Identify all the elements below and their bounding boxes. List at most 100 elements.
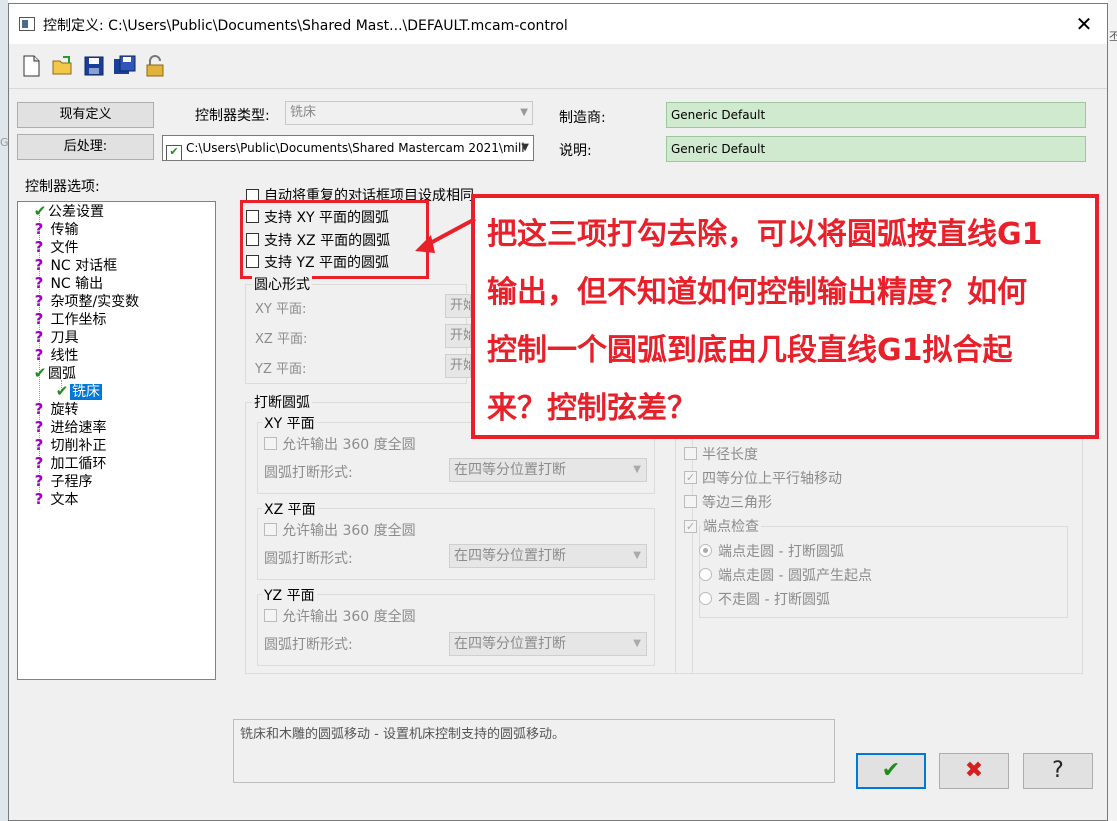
controller-type-select[interactable]: 铣床 ▼ — [285, 101, 533, 125]
save-icon[interactable] — [82, 54, 106, 78]
question-icon: ? — [34, 292, 44, 310]
background-left-strip — [0, 0, 8, 821]
tree-item-nc-dialog[interactable]: ? NC 对话框 — [32, 256, 118, 274]
annotation-line-4: 来？控制弦差？ — [487, 391, 697, 426]
current-definition-button[interactable]: 现有定义 — [17, 102, 154, 128]
allow-full-circle-xy-label: 允许输出 360 度全圆 — [282, 437, 416, 453]
center-xy-label: XY 平面: — [255, 302, 307, 317]
question-icon: ? — [34, 238, 44, 256]
quadrant-parallel-checkbox[interactable]: ✓ — [684, 471, 697, 484]
annotation-line-2: 输出，但不知道如何控制输出精度？如何 — [487, 275, 1027, 310]
title-bar: 控制定义: C:\Users\Public\Documents\Shared M… — [9, 4, 1107, 44]
open-folder-icon[interactable] — [51, 54, 75, 78]
question-icon: ? — [34, 256, 44, 274]
tree-item-linear[interactable]: ? 线性 — [32, 346, 79, 364]
controller-options-tree: ✔ 公差设置 ? 传输 ? 文件 ? NC 对话框 ? NC 输出 ? 杂项整/实… — [17, 201, 216, 680]
manufacturer-label: 制造商: — [559, 110, 606, 126]
break-form-xz-select[interactable]: 在四等分位置打断 ▼ — [449, 544, 647, 568]
check-icon: ✔ — [33, 364, 47, 382]
check-icon: ✔ — [55, 382, 69, 400]
break-form-xz-label: 圆弧打断形式: — [264, 551, 353, 567]
equilateral-checkbox[interactable] — [684, 495, 697, 508]
tree-item-text[interactable]: ? 文本 — [32, 490, 79, 508]
question-icon: ? — [34, 346, 44, 364]
break-form-yz-label: 圆弧打断形式: — [264, 637, 353, 653]
help-button[interactable]: ? — [1023, 753, 1093, 789]
center-yz-select[interactable]: 开始 — [445, 354, 471, 378]
tree-item-nc-output[interactable]: ? NC 输出 — [32, 274, 104, 292]
tree-item-feed-rate[interactable]: ? 进给速率 — [32, 418, 107, 436]
tree-item-work-coordinates[interactable]: ? 工作坐标 — [32, 310, 107, 328]
annotation-arrow-icon — [415, 217, 476, 253]
tree-item-cutter-comp[interactable]: ? 切削补正 — [32, 436, 107, 454]
question-icon: ? — [34, 418, 44, 436]
annotation-callout: 把这三项打勾去除，可以将圆弧按直线G1 输出，但不知道如何控制输出精度？如何 控… — [471, 194, 1099, 439]
tree-item-mill[interactable]: ✔ 铣床 — [54, 382, 102, 400]
chevron-down-icon: ▼ — [521, 142, 529, 153]
break-xy-title: XY 平面 — [262, 413, 317, 433]
window-title: 控制定义: C:\Users\Public\Documents\Shared M… — [43, 18, 568, 34]
endpoint-check-checkbox[interactable]: ✓ — [684, 520, 697, 533]
annotation-line-3: 控制一个圆弧到底由几段直线G1拟合起 — [487, 333, 1013, 368]
radio-endpoint-break[interactable] — [699, 544, 712, 557]
break-form-xy-label: 圆弧打断形式: — [264, 465, 353, 481]
ok-button[interactable]: ✔ — [856, 753, 926, 789]
radio-endpoint-start-label: 端点走圆 - 圆弧产生起点 — [718, 568, 872, 584]
background-right-strip — [1108, 0, 1117, 821]
break-form-xy-select[interactable]: 在四等分位置打断 ▼ — [449, 458, 647, 482]
description-label: 说明: — [559, 143, 592, 159]
chevron-down-icon: ▼ — [633, 638, 641, 649]
lock-icon[interactable] — [143, 54, 167, 78]
allow-full-circle-yz-checkbox[interactable] — [264, 609, 277, 622]
break-arc-title: 打断圆弧 — [252, 392, 312, 412]
equilateral-label: 等边三角形 — [702, 495, 772, 511]
post-path-select[interactable]: ✔ C:\Users\Public\Documents\Shared Master… — [162, 135, 534, 161]
chevron-down-icon: ▼ — [520, 107, 528, 118]
question-icon: ? — [34, 274, 44, 292]
tree-item-misc-variables[interactable]: ? 杂项整/实变数 — [32, 292, 140, 310]
tree-item-tools[interactable]: ? 刀具 — [32, 328, 79, 346]
center-xy-select[interactable]: 开始 — [445, 294, 471, 318]
radius-length-checkbox[interactable] — [684, 447, 697, 460]
controller-type-label: 控制器类型: — [195, 108, 270, 124]
close-button[interactable]: ✕ — [1069, 10, 1099, 38]
tree-item-files[interactable]: ? 文件 — [32, 238, 79, 256]
post-processor-button[interactable]: 后处理: — [17, 134, 154, 160]
break-form-yz-select[interactable]: 在四等分位置打断 ▼ — [449, 632, 647, 656]
manufacturer-field[interactable]: Generic Default — [666, 102, 1086, 128]
radio-endpoint-start[interactable] — [699, 568, 712, 581]
tree-item-transfer[interactable]: ? 传输 — [32, 220, 79, 238]
question-icon: ? — [34, 328, 44, 346]
description-field[interactable]: Generic Default — [666, 136, 1086, 162]
file-check-icon: ✔ — [166, 145, 182, 160]
annotation-line-1: 把这三项打勾去除，可以将圆弧按直线G1 — [487, 217, 1043, 252]
center-xz-select[interactable]: 开始 — [445, 324, 471, 348]
tree-item-tolerance[interactable]: ✔ 公差设置 — [32, 202, 104, 220]
allow-full-circle-xz-checkbox[interactable] — [264, 523, 277, 536]
control-definition-window: 控制定义: C:\Users\Public\Documents\Shared M… — [8, 3, 1108, 821]
quadrant-parallel-label: 四等分位上平行轴移动 — [702, 471, 842, 487]
cancel-button[interactable]: ✖ — [939, 753, 1009, 789]
check-icon: ✔ — [33, 202, 47, 220]
question-icon: ? — [34, 490, 44, 508]
save-as-icon[interactable] — [112, 54, 136, 78]
radio-endpoint-break-label: 端点走圆 - 打断圆弧 — [718, 544, 844, 560]
radio-no-circle[interactable] — [699, 592, 712, 605]
background-text-fragment: 丕 — [1109, 30, 1117, 43]
chevron-down-icon: ▼ — [633, 550, 641, 561]
break-xz-title: XZ 平面 — [262, 499, 318, 519]
allow-full-circle-yz-label: 允许输出 360 度全圆 — [282, 609, 416, 625]
status-description: 铣床和木雕的圆弧移动 - 设置机床控制支持的圆弧移动。 — [233, 719, 835, 783]
tree-item-arc[interactable]: ✔ 圆弧 — [32, 364, 76, 382]
question-icon: ? — [34, 454, 44, 472]
tree-item-rotary[interactable]: ? 旋转 — [32, 400, 79, 418]
endpoint-check-label: 端点检查 — [701, 516, 761, 536]
post-path-value: C:\Users\Public\Documents\Shared Masterc… — [186, 141, 525, 155]
allow-full-circle-xy-checkbox[interactable] — [264, 437, 277, 450]
new-file-icon[interactable] — [19, 54, 43, 78]
tree-item-canned-cycles[interactable]: ? 加工循环 — [32, 454, 107, 472]
highlight-box — [240, 200, 429, 279]
question-icon: ? — [34, 436, 44, 454]
toolbar — [9, 44, 1107, 89]
tree-item-subprograms[interactable]: ? 子程序 — [32, 472, 93, 490]
